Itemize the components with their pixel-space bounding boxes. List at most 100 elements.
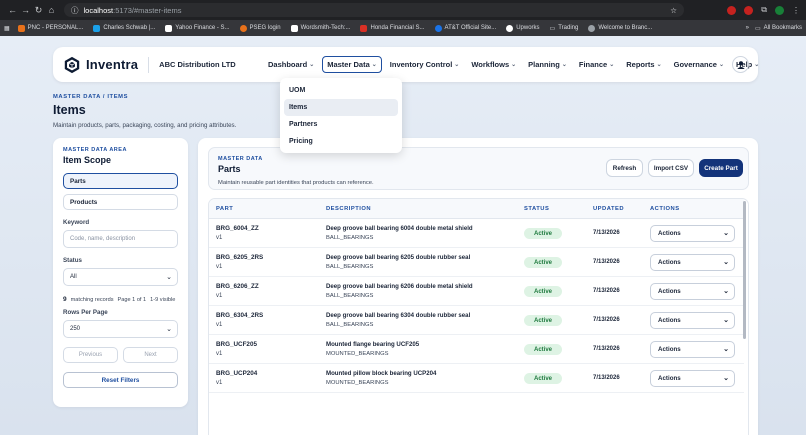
table-header: PART DESCRIPTION STATUS UPDATED ACTIONS [209,199,744,219]
nav-governance[interactable]: Governance ⌄ [670,57,728,72]
bookmark-item[interactable]: PNC - PERSONAL... [17,24,83,32]
nav-label: Planning [528,60,560,69]
menu-item-pricing[interactable]: Pricing [284,133,398,150]
updated-date: 7/13/2026 [593,375,620,381]
logo-text: Inventra [86,57,139,72]
bookmark-label: Trading [558,25,579,31]
table-scrollbar[interactable] [743,201,746,339]
reload-icon[interactable]: ↻ [32,5,45,16]
forward-icon[interactable]: → [19,5,32,15]
rows-per-page-label: Rows Per Page [63,309,108,316]
chevron-down-icon: ⌄ [166,326,172,333]
record-summary: 9 matching records Page 1 of 1 1-9 visib… [63,296,178,303]
menu-item-items[interactable]: Items [284,99,398,116]
column-header-part[interactable]: PART [216,206,233,212]
back-icon[interactable]: ← [6,5,19,15]
company-name: ABC Distribution LTD [159,60,236,69]
section-title: Parts [218,164,241,174]
status-badge: Active [524,344,562,355]
actions-label: Actions [658,230,681,237]
actions-select[interactable]: Actions ⌄ [650,370,735,387]
part-description: Deep groove ball bearing 6304 double rub… [326,312,471,319]
download-icon[interactable] [775,5,784,15]
more-bookmarks-icon[interactable]: » [746,25,749,31]
bookmark-item[interactable]: Welcome to Branc... [588,24,653,32]
table-row[interactable]: BRG_UCP204 v1 Mounted pillow block beari… [209,364,744,393]
actions-label: Actions [658,317,681,324]
bookmark-item[interactable]: AT&T Official Site... [434,24,496,32]
part-description: Mounted pillow block bearing UCP204 [326,370,437,377]
menu-item-partners[interactable]: Partners [284,116,398,133]
chevron-down-icon: ⌄ [511,62,517,68]
header-divider [148,56,150,73]
menu-item-uom[interactable]: UOM [284,82,398,99]
home-icon[interactable]: ⌂ [45,5,58,15]
bookmark-folder[interactable]: ▭ Trading [550,25,579,32]
table-row[interactable]: BRG_6205_2RS v1 Deep groove ball bearing… [209,248,744,277]
column-header-description[interactable]: DESCRIPTION [326,206,371,212]
scope-products-button[interactable]: Products [63,194,178,210]
scope-parts-button[interactable]: Parts [63,173,178,189]
table-row[interactable]: BRG_6304_2RS v1 Deep groove ball bearing… [209,306,744,335]
bookmark-item[interactable]: Charles Schwab |... [93,24,155,32]
bookmark-item[interactable]: PSEG login [239,24,281,32]
nav-master-data[interactable]: Master Data ⌄ [322,56,382,73]
table-row[interactable]: BRG_6004_ZZ v1 Deep groove ball bearing … [209,219,744,248]
nav-workflows[interactable]: Workflows ⌄ [467,57,520,72]
actions-select[interactable]: Actions ⌄ [650,341,735,358]
actions-select[interactable]: Actions ⌄ [650,225,735,242]
actions-select[interactable]: Actions ⌄ [650,283,735,300]
menu-icon[interactable]: ⋮ [792,6,800,15]
bookmarks-bar: ▦ PNC - PERSONAL... Charles Schwab |... … [0,20,806,36]
next-button[interactable]: Next [123,347,178,363]
nav-label: Governance [673,60,717,69]
reset-filters-button[interactable]: Reset Filters [63,372,178,388]
previous-button[interactable]: Previous [63,347,118,363]
nav-reports[interactable]: Reports ⌄ [622,57,665,72]
record-count-text: matching records [70,296,114,303]
column-header-status[interactable]: STATUS [524,206,549,212]
table-row[interactable]: BRG_6206_ZZ v1 Deep groove ball bearing … [209,277,744,306]
actions-select[interactable]: Actions ⌄ [650,254,735,271]
part-version: v1 [216,264,223,270]
part-description: Mounted flange bearing UCF205 [326,341,420,348]
extensions-icon[interactable]: ⧉ [761,5,767,15]
table-row[interactable]: BRG_UCF205 v1 Mounted flange bearing UCF… [209,335,744,364]
part-description: Deep groove ball bearing 6206 double met… [326,283,473,290]
column-header-updated[interactable]: UPDATED [593,206,624,212]
bookmark-item[interactable]: Wordsmith-Tech:... [290,24,350,32]
all-bookmarks[interactable]: ▭ All Bookmarks [755,25,802,32]
nav-dashboard[interactable]: Dashboard ⌄ [264,57,318,72]
import-csv-button[interactable]: Import CSV [648,159,694,177]
app-logo[interactable]: Inventra [63,56,138,74]
bookmark-label: Welcome to Branc... [598,25,653,31]
chevron-down-icon: ⌄ [609,62,615,68]
extension-icon[interactable] [744,5,754,15]
user-avatar[interactable] [732,56,749,73]
bookmark-item[interactable]: Honda Financial S... [360,24,425,32]
nav-finance[interactable]: Finance ⌄ [575,57,618,72]
status-select[interactable]: All ⌄ [63,268,178,286]
apps-icon[interactable]: ▦ [4,25,10,32]
breadcrumb: MASTER DATA / ITEMS [53,94,129,100]
part-version: v1 [216,351,223,357]
bookmark-item[interactable]: Upworks [506,24,540,32]
status-label: Status [63,257,82,264]
bookmark-label: Yahoo Finance - S... [175,25,230,31]
nav-inventory-control[interactable]: Inventory Control ⌄ [386,57,464,72]
part-version: v1 [216,380,223,386]
rows-per-page-select[interactable]: 250 ⌄ [63,320,178,338]
refresh-button[interactable]: Refresh [606,159,643,177]
address-bar[interactable]: ⓘ localhost:5173/#master-items ☆ [64,3,684,17]
create-part-button[interactable]: Create Part [699,159,743,177]
actions-select[interactable]: Actions ⌄ [650,312,735,329]
bookmark-star-icon[interactable]: ☆ [670,6,677,15]
extension-icon[interactable] [727,5,737,15]
keyword-input[interactable]: Code, name, description [63,230,178,248]
site-info-icon[interactable]: ⓘ [71,5,79,16]
chevron-down-icon: ⌄ [656,62,662,68]
nav-planning[interactable]: Planning ⌄ [524,57,571,72]
part-code: BRG_6205_2RS [216,254,264,261]
column-header-actions: ACTIONS [650,206,680,212]
bookmark-item[interactable]: Yahoo Finance - S... [165,24,230,32]
